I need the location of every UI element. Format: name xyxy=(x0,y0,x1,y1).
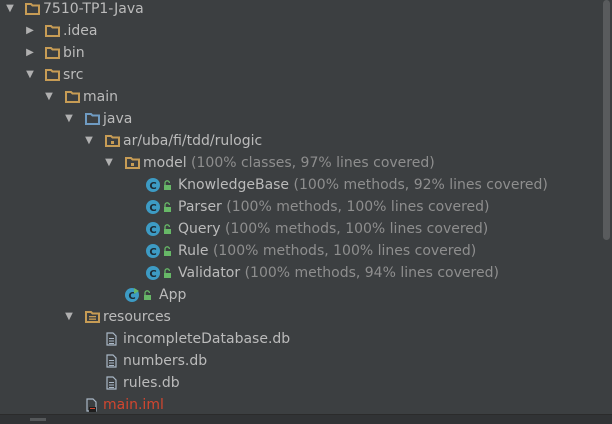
folder-icon xyxy=(25,3,40,15)
tree-item-file-incompletedatabase[interactable]: incompleteDatabase.db xyxy=(0,328,602,350)
expand-arrow-icon[interactable]: ▼ xyxy=(43,86,55,108)
svg-text:C: C xyxy=(149,181,156,192)
resources-folder-icon xyxy=(85,311,100,323)
tree-item-label: model xyxy=(143,155,187,171)
unlock-icon xyxy=(164,246,171,256)
tree-item-class-app[interactable]: C App xyxy=(0,284,602,306)
unlock-icon xyxy=(164,224,171,234)
vertical-scrollbar[interactable] xyxy=(602,0,612,414)
class-icon: C xyxy=(146,222,160,236)
svg-text:C: C xyxy=(149,269,156,280)
class-icon: C xyxy=(146,266,160,280)
unlock-icon xyxy=(164,180,171,190)
tree-item-file-numbers[interactable]: numbers.db xyxy=(0,350,602,372)
tree-item-resources[interactable]: ▼ resources xyxy=(0,306,602,328)
coverage-summary: (100% methods, 100% lines covered) xyxy=(212,243,477,259)
tree-item-package-rulogic[interactable]: ▼ ar/uba/fi/tdd/rulogic xyxy=(0,130,602,152)
tree-item-bin[interactable]: ▶ bin xyxy=(0,42,602,64)
expand-arrow-icon[interactable]: ▶ xyxy=(24,20,36,42)
tree-item-src[interactable]: ▼ src xyxy=(0,64,602,86)
file-icon xyxy=(106,354,117,368)
class-icon: C xyxy=(146,244,160,258)
package-folder-icon xyxy=(105,135,120,147)
expand-arrow-icon[interactable]: ▼ xyxy=(63,108,75,130)
tree-item-label: rules.db xyxy=(123,375,180,391)
tree-item-class-validator[interactable]: C Validator (100% methods, 94% lines cov… xyxy=(0,262,602,284)
file-icon xyxy=(106,332,117,346)
expand-arrow-icon[interactable]: ▼ xyxy=(4,0,16,20)
unlock-icon xyxy=(164,268,171,278)
folder-icon xyxy=(45,25,60,37)
coverage-summary: (100% methods, 100% lines covered) xyxy=(225,221,489,237)
tree-item-label: main.iml xyxy=(103,397,164,413)
expand-arrow-icon[interactable]: ▼ xyxy=(63,306,75,328)
tree-item-main[interactable]: ▼ main xyxy=(0,86,602,108)
tree-item-label: Rule xyxy=(178,243,209,259)
tree-item-label: resources xyxy=(103,309,171,325)
project-tree: ▼ 7510-TP1-Java ▶ .idea ▶ bin ▼ src ▼ ma… xyxy=(0,0,602,414)
class-icon: C xyxy=(146,200,160,214)
tree-item-class-rule[interactable]: C Rule (100% methods, 100% lines covered… xyxy=(0,240,602,262)
coverage-summary: (100% methods, 92% lines covered) xyxy=(293,177,548,193)
file-icon xyxy=(106,376,117,390)
svg-text:C: C xyxy=(149,225,156,236)
tree-item-label: 7510-TP1-Java xyxy=(43,1,144,17)
tree-item-label: main xyxy=(83,89,118,105)
coverage-summary: (100% methods, 94% lines covered) xyxy=(244,265,499,281)
expand-arrow-icon[interactable]: ▼ xyxy=(24,64,36,86)
svg-text:C: C xyxy=(149,203,156,214)
tree-item-label: java xyxy=(103,111,133,127)
tree-item-project-root[interactable]: ▼ 7510-TP1-Java xyxy=(0,0,602,20)
tree-item-class-query[interactable]: C Query (100% methods, 100% lines covere… xyxy=(0,218,602,240)
runnable-class-icon: C xyxy=(125,288,139,302)
tree-item-package-model[interactable]: ▼ model (100% classes, 97% lines covered… xyxy=(0,152,602,174)
tree-item-class-knowledgebase[interactable]: C KnowledgeBase (100% methods, 92% lines… xyxy=(0,174,602,196)
tree-item-class-parser[interactable]: C Parser (100% methods, 100% lines cover… xyxy=(0,196,602,218)
folder-icon xyxy=(45,69,60,81)
tree-item-label: .idea xyxy=(63,23,98,39)
expand-arrow-icon[interactable]: ▼ xyxy=(103,152,115,174)
tree-item-label: App xyxy=(159,287,187,303)
tree-item-label: incompleteDatabase.db xyxy=(123,331,291,347)
package-folder-icon xyxy=(125,157,140,169)
svg-text:C: C xyxy=(149,247,156,258)
tree-item-label: Parser xyxy=(178,199,222,215)
folder-icon xyxy=(65,91,80,103)
class-icon: C xyxy=(146,178,160,192)
coverage-summary: (100% classes, 97% lines covered) xyxy=(191,155,435,171)
tree-item-file-rules[interactable]: rules.db xyxy=(0,372,602,394)
tree-item-label: ar/uba/fi/tdd/rulogic xyxy=(123,133,263,149)
tree-item-label: src xyxy=(63,67,84,83)
scrollbar-thumb[interactable] xyxy=(603,0,610,240)
scrollbar-thumb[interactable] xyxy=(30,418,46,421)
tree-item-label: Validator xyxy=(178,265,241,281)
tree-item-file-main-iml[interactable]: main.iml xyxy=(0,394,602,416)
tree-item-idea[interactable]: ▶ .idea xyxy=(0,20,602,42)
folder-icon xyxy=(45,47,60,59)
source-folder-icon xyxy=(85,113,100,125)
expand-arrow-icon[interactable]: ▶ xyxy=(24,42,36,64)
expand-arrow-icon[interactable]: ▼ xyxy=(83,130,95,152)
unlock-icon xyxy=(164,202,171,212)
tree-item-java[interactable]: ▼ java xyxy=(0,108,602,130)
tree-item-label: Query xyxy=(178,221,221,237)
tree-item-label: KnowledgeBase xyxy=(178,177,290,193)
tree-item-label: bin xyxy=(63,45,85,61)
coverage-summary: (100% methods, 100% lines covered) xyxy=(226,199,490,215)
tree-item-label: numbers.db xyxy=(123,353,208,369)
iml-file-icon xyxy=(86,398,97,412)
unlock-icon xyxy=(144,290,151,300)
